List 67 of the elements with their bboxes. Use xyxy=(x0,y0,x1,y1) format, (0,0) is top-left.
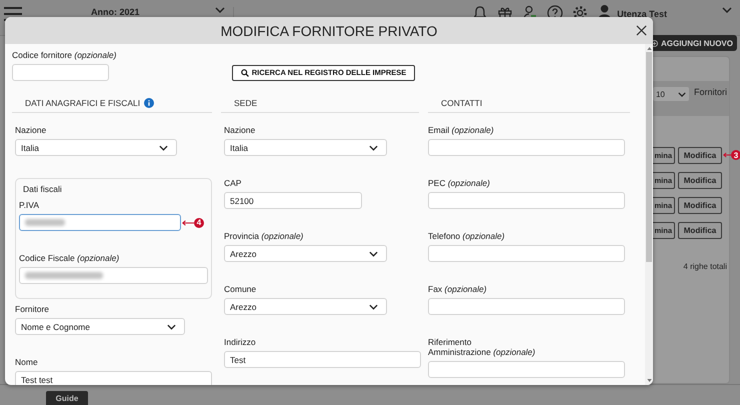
text-field[interactable] xyxy=(428,245,625,262)
text-field[interactable]: Test test xyxy=(15,371,212,385)
row-count: 4 righe totali xyxy=(683,262,727,271)
chevron-icon xyxy=(369,304,378,310)
chevron-icon[interactable] xyxy=(722,7,732,13)
field-label: CAP xyxy=(224,178,242,188)
field-label: Comune xyxy=(224,284,258,294)
text-field[interactable] xyxy=(428,139,625,156)
section-title: DATI ANAGRAFICI E FISCALI xyxy=(25,98,140,108)
field-label: Indirizzo xyxy=(224,337,257,347)
edit-button[interactable]: Modifica xyxy=(678,172,722,189)
search-icon xyxy=(240,68,249,76)
modal-title: MODIFICA FORNITORE PRIVATO xyxy=(220,22,438,38)
callout-number: 4 xyxy=(194,218,204,228)
field-label: PEC (opzionale) xyxy=(428,178,491,188)
edit-button[interactable]: Modifica xyxy=(678,197,722,214)
arrow-icon xyxy=(182,220,194,226)
select-field[interactable]: Nome e Cognome xyxy=(15,318,185,335)
field-label: Nazione xyxy=(224,125,256,135)
edit-button[interactable]: Modifica xyxy=(678,147,722,164)
select-field[interactable]: Arezzo xyxy=(224,298,387,315)
scroll-down-icon[interactable] xyxy=(646,379,652,382)
scrollbar-thumb[interactable] xyxy=(646,52,652,262)
scrollbar[interactable] xyxy=(645,44,653,385)
select-field[interactable]: Arezzo xyxy=(224,245,387,262)
field-label: Nazione xyxy=(15,125,48,135)
blurred-value xyxy=(25,219,65,226)
chevron-icon xyxy=(167,324,176,330)
page-size-select[interactable]: 10 xyxy=(652,87,689,101)
arrow-icon xyxy=(723,152,731,158)
text-field[interactable] xyxy=(428,361,625,378)
chevron-icon xyxy=(215,7,225,13)
page-size-label: Fornitori xyxy=(694,87,727,97)
user-name[interactable]: Utenza Test xyxy=(617,9,667,19)
field-label: Nome xyxy=(15,357,39,367)
field-label: Riferimento Amministrazione (opzionale) xyxy=(428,337,536,357)
select-field[interactable]: Italia xyxy=(15,139,177,156)
plus-circle-icon xyxy=(651,38,658,48)
info-icon[interactable] xyxy=(144,98,154,108)
field-label: Email (opzionale) xyxy=(428,125,495,135)
text-field[interactable] xyxy=(428,192,625,209)
field-label: Telefono (opzionale) xyxy=(428,231,506,241)
field-label: Fax (opzionale) xyxy=(428,284,488,294)
section-title: CONTATTI xyxy=(441,98,482,108)
chevron-icon xyxy=(369,144,378,150)
field-label: Provincia (opzionale) xyxy=(224,231,304,241)
text-field[interactable]: 52100 xyxy=(224,192,362,209)
section-title: SEDE xyxy=(234,98,258,108)
text-field[interactable] xyxy=(428,298,625,315)
text-field[interactable] xyxy=(19,214,181,231)
field-label: Codice fornitore (opzionale) xyxy=(12,50,118,60)
edit-button[interactable]: Modifica xyxy=(678,222,722,239)
guide-tab[interactable]: Guide xyxy=(46,391,88,405)
callout-number: 3 xyxy=(731,150,740,160)
chevron-icon xyxy=(678,92,686,96)
chevron-icon xyxy=(159,144,168,150)
field-label: Fornitore xyxy=(15,304,50,314)
close-icon[interactable] xyxy=(636,25,647,36)
field-label: Codice Fiscale (opzionale) xyxy=(19,253,120,263)
field-label: P.IVA xyxy=(19,200,40,210)
group-title: Dati fiscali xyxy=(22,184,63,194)
scroll-up-icon[interactable] xyxy=(646,47,652,50)
text-field[interactable] xyxy=(12,64,109,81)
chevron-icon xyxy=(369,250,378,256)
text-field[interactable]: Test xyxy=(224,351,421,368)
select-field[interactable]: Italia xyxy=(224,139,387,156)
text-field[interactable] xyxy=(19,267,208,284)
